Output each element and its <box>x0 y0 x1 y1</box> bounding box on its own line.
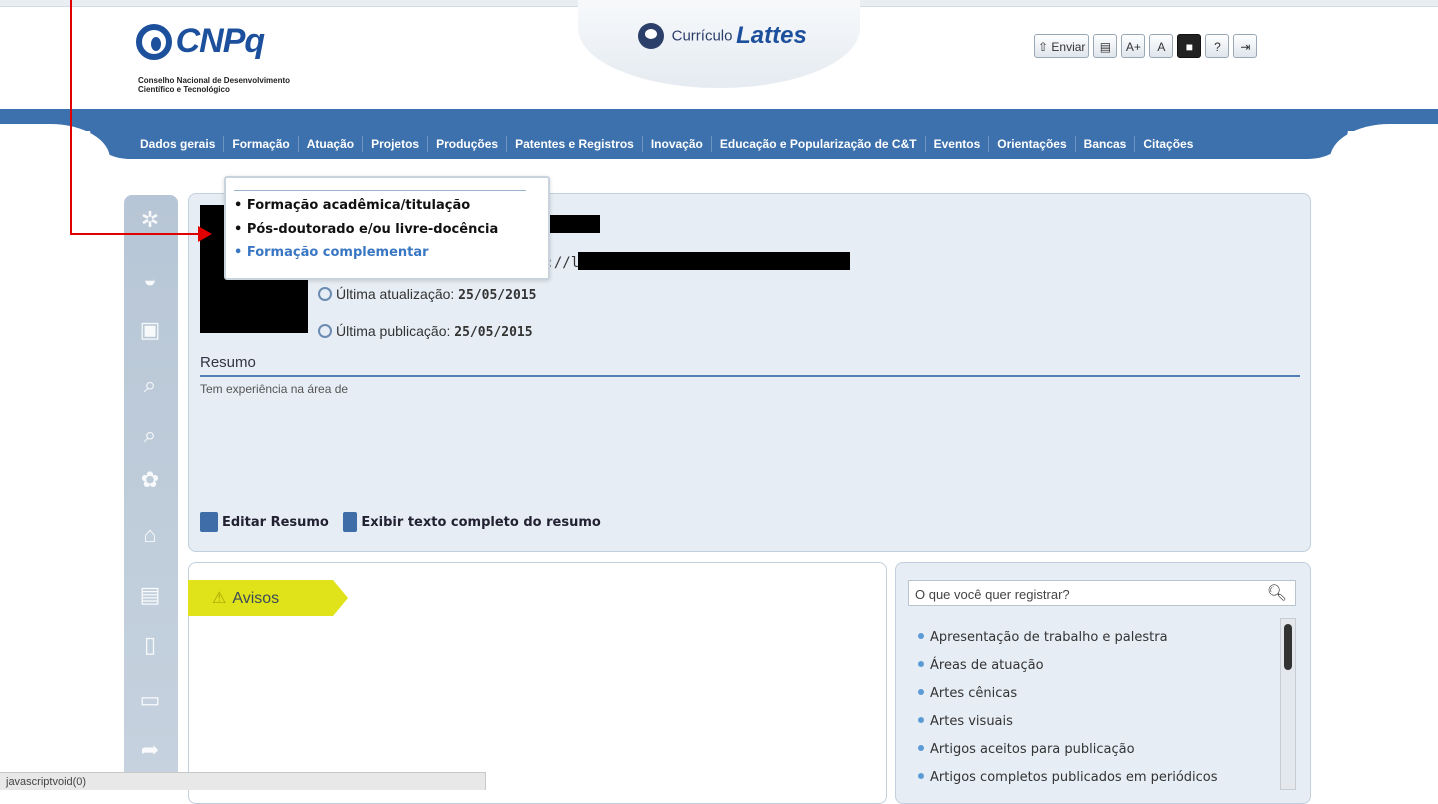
cnpq-logo-text: CNPq <box>175 22 266 60</box>
cnpq-logo-subtitle-1: Conselho Nacional de Desenvolvimento <box>138 76 291 85</box>
dropdown-item-formacao-academica[interactable]: • Formação acadêmica/titulação <box>234 198 470 213</box>
network-icon[interactable]: ✲ <box>135 205 165 235</box>
magnifier-icon[interactable]: ⌕ <box>135 420 165 450</box>
document-icon[interactable]: ▯ <box>135 630 165 660</box>
nav-item-citacoes[interactable]: Citações <box>1134 136 1201 152</box>
export-icon[interactable]: ➦ <box>135 735 165 765</box>
last-publication-label: Última publicação: <box>336 323 451 339</box>
nav-item-bancas[interactable]: Bancas <box>1074 136 1135 152</box>
document-icon <box>343 512 358 532</box>
header-toolbar: ⇧ Enviar ▤ A+ A ■? ⇥ <box>1034 34 1261 60</box>
browser-status-bar: javascriptvoid(0) <box>0 772 486 790</box>
nav-item-eventos[interactable]: Eventos <box>924 136 989 152</box>
nav-item-dados-gerais[interactable]: Dados gerais <box>140 136 223 152</box>
register-search-input[interactable] <box>913 582 1257 606</box>
nav-item-inovacao[interactable]: Inovação <box>641 136 711 152</box>
font-increase-button[interactable]: A+ <box>1121 34 1146 58</box>
contrast-icon: ■ <box>1185 40 1194 54</box>
dropdown-item-label: Pós-doutorado e/ou livre-docência <box>246 222 499 237</box>
help-button[interactable]: ? <box>1205 34 1230 58</box>
resumo-text: Tem experiência na área de <box>200 382 349 396</box>
lattes-title-name: Lattes <box>736 22 807 49</box>
nav-item-atuacao[interactable]: Atuação <box>297 136 362 152</box>
show-full-resumo-label: Exibir texto completo do resumo <box>361 514 601 530</box>
register-scrollbar-thumb[interactable] <box>1284 624 1292 670</box>
upload-icon: ⇧ <box>1038 40 1049 54</box>
annotation-arrow-line <box>70 0 72 235</box>
nav-item-educacao[interactable]: Educação e Popularização de C&T <box>710 136 925 152</box>
last-update-value: 25/05/2015 <box>458 288 537 303</box>
brain-icon[interactable]: ✿ <box>135 465 165 495</box>
edit-icon <box>200 512 218 532</box>
institution-icon[interactable]: ⌂ <box>135 520 165 550</box>
document-link-icon[interactable]: ▤ <box>135 580 165 610</box>
refresh-icon <box>318 287 332 301</box>
enviar-button[interactable]: ⇧ Enviar <box>1034 34 1090 58</box>
cnpq-logo[interactable]: CNPq <box>136 22 266 61</box>
database-icon[interactable]: ◒ <box>135 265 165 295</box>
last-update-label: Última atualização: <box>336 286 455 302</box>
register-item[interactable]: Artigos completos publicados em periódic… <box>918 770 1218 785</box>
last-publication: Última publicação: 25/05/2015 <box>318 323 533 340</box>
lattes-logo-icon <box>638 23 664 49</box>
avisos-label: Avisos <box>232 590 280 607</box>
font-normal-button[interactable]: A <box>1149 34 1174 58</box>
annotation-arrow-head-icon <box>198 226 212 242</box>
formacao-dropdown: • Formação acadêmica/titulação • Pós-dou… <box>224 176 550 280</box>
resumo-heading: Resumo <box>200 354 256 371</box>
dropdown-item-pos-doutorado[interactable]: • Pós-doutorado e/ou livre-docência <box>234 222 498 237</box>
cnpq-logo-subtitle-2: Científico e Tecnológico <box>138 85 230 94</box>
register-item[interactable]: Áreas de atuação <box>918 658 1044 673</box>
printer-icon[interactable]: ▭ <box>135 685 165 715</box>
print-button[interactable]: ▤ <box>1093 34 1118 58</box>
register-item[interactable]: Artes visuais <box>918 714 1013 729</box>
dropdown-item-label: Formação acadêmica/titulação <box>246 198 471 213</box>
annotation-arrow-line <box>70 233 205 235</box>
redacted-url <box>578 252 850 270</box>
register-search-box: 🔍︎ <box>908 580 1296 606</box>
nav-item-projetos[interactable]: Projetos <box>362 136 427 152</box>
search-icon[interactable]: 🔍︎ <box>1267 583 1287 603</box>
last-publication-value: 25/05/2015 <box>454 325 533 340</box>
nav-item-patentes[interactable]: Patentes e Registros <box>506 136 642 152</box>
nav-items: Dados gerais Formação Atuação Projetos Produ… <box>140 136 1201 154</box>
exit-icon: ⇥ <box>1240 40 1251 54</box>
gear-icon <box>318 324 332 338</box>
nav-item-producoes[interactable]: Produções <box>427 136 506 152</box>
id-card-icon[interactable]: ▣ <box>135 315 165 345</box>
contrast-button[interactable]: ■ <box>1177 34 1202 58</box>
curriculo-lattes-title[interactable]: Currículo Lattes <box>638 22 807 50</box>
left-sidebar: ✲ ◒ ▣ ⌕ ⌕ ✿ ⌂ ▤ ▯ ▭ ➦ <box>124 195 178 790</box>
warning-icon: ⚠ <box>212 590 227 607</box>
edit-resumo-link[interactable]: Editar Resumo <box>200 512 329 532</box>
nav-item-formacao[interactable]: Formação <box>223 136 297 152</box>
printer-icon: ▤ <box>1099 40 1112 54</box>
lattes-title-prefix: Currículo <box>671 27 733 45</box>
cnpq-logo-mark-icon <box>136 23 172 60</box>
enviar-label: Enviar <box>1051 40 1086 54</box>
resumo-divider <box>200 375 1300 377</box>
dropdown-item-formacao-complementar[interactable]: • Formação complementar <box>234 245 429 260</box>
main-nav: Dados gerais Formação Atuação Projetos Produ… <box>0 109 1438 164</box>
dropdown-divider <box>234 190 526 191</box>
edit-resumo-label: Editar Resumo <box>222 514 329 530</box>
dropdown-item-label: Formação complementar <box>246 245 429 260</box>
resumo-actions: Editar Resumo Exibir texto completo do r… <box>200 512 601 532</box>
logout-button[interactable]: ⇥ <box>1233 34 1258 58</box>
register-item[interactable]: Apresentação de trabalho e palestra <box>918 630 1168 645</box>
register-item[interactable]: Artigos aceitos para publicação <box>918 742 1135 757</box>
search-document-icon[interactable]: ⌕ <box>135 370 165 400</box>
register-item[interactable]: Artes cênicas <box>918 686 1017 701</box>
last-update: Última atualização: 25/05/2015 <box>318 286 536 303</box>
nav-item-orientacoes[interactable]: Orientações <box>988 136 1074 152</box>
show-full-resumo-link[interactable]: Exibir texto completo do resumo <box>343 512 601 532</box>
avisos-heading: ⚠ Avisos <box>212 588 279 608</box>
